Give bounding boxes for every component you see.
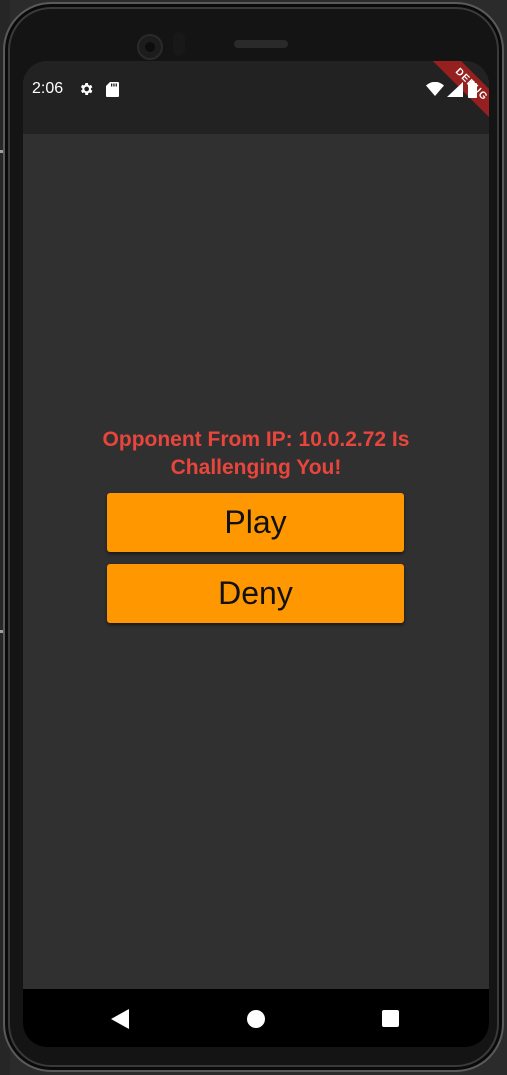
- front-camera: [137, 34, 163, 60]
- deny-button[interactable]: Deny: [107, 564, 404, 623]
- recents-icon[interactable]: [382, 1010, 399, 1027]
- home-icon[interactable]: [247, 1010, 265, 1028]
- proximity-sensor: [173, 32, 185, 56]
- debug-banner: DEBUG: [421, 61, 489, 135]
- navigation-bar: [23, 989, 489, 1047]
- back-icon[interactable]: [111, 1009, 129, 1029]
- battery-icon: [468, 81, 477, 98]
- device-screen: 2:06 DEBUG Opponent From IP: 10.0.2.72 I…: [23, 61, 489, 1047]
- signal-icon: [447, 82, 463, 97]
- earpiece-speaker: [234, 40, 288, 48]
- status-bar: 2:06 DEBUG: [23, 61, 489, 135]
- gear-icon: [80, 83, 93, 95]
- sd-card-icon: [106, 82, 119, 97]
- status-time: 2:06: [32, 80, 64, 97]
- play-button[interactable]: Play: [107, 493, 404, 552]
- challenge-message: Opponent From IP: 10.0.2.72 Is Challengi…: [102, 428, 410, 479]
- wifi-icon: [426, 82, 444, 96]
